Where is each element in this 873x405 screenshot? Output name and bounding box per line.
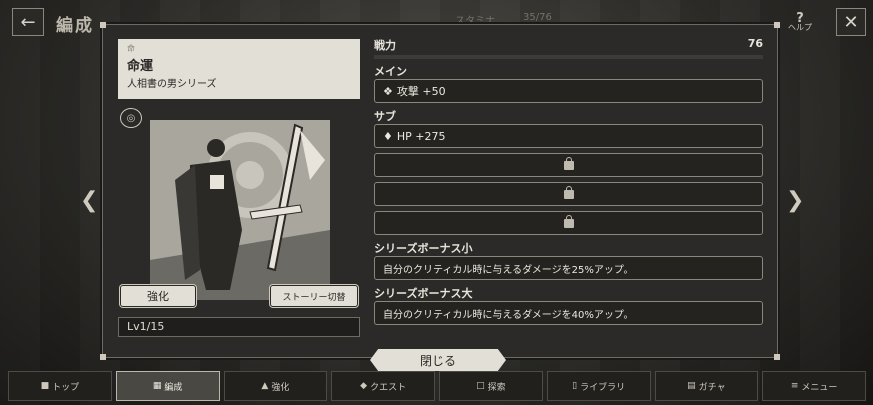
bonus-large-field: 自分のクリティカル時に与えるダメージを40%アップ。 [374, 301, 763, 325]
card-series: 人相書の男シリーズ [127, 79, 217, 90]
strengthen-icon: ▲ [261, 381, 269, 391]
nav-library[interactable]: ▯ ライブラリ [546, 371, 651, 401]
sub-stat-value: HP +275 [396, 129, 446, 143]
help-icon: ? [796, 11, 804, 26]
next-arrow-icon[interactable]: ❯ [786, 188, 804, 213]
main-stat-value: 攻撃 +50 [396, 85, 446, 98]
help-label: ヘルプ [788, 23, 812, 32]
divider [374, 55, 763, 59]
prev-arrow-icon[interactable]: ❮ [80, 188, 98, 213]
artwork-illustration [150, 120, 330, 300]
corner-ornament [100, 354, 106, 360]
bonus-large-label: シリーズボーナス大 [374, 287, 473, 300]
card-level: Lv1/15 [118, 317, 360, 337]
locked-sub-slot [374, 182, 763, 206]
power-value: 76 [747, 37, 763, 50]
attack-icon: ❖ [383, 84, 393, 98]
main-stat-field: ❖ 攻撃 +50 [374, 79, 763, 103]
bonus-small-label: シリーズボーナス小 [374, 242, 473, 255]
bonus-small-field: 自分のクリティカル時に与えるダメージを25%アップ。 [374, 256, 763, 280]
sub-stat-field: ♦ HP +275 [374, 124, 763, 148]
library-icon: ▯ [572, 381, 578, 391]
sub-label: サブ [374, 110, 396, 123]
card-artwork [150, 120, 330, 300]
strengthen-button[interactable]: 強化 [121, 286, 195, 306]
gacha-icon: ▤ [687, 381, 696, 391]
corner-ornament [774, 22, 780, 28]
close-button[interactable]: 閉じる [370, 349, 506, 371]
formation-icon: ▦ [152, 381, 162, 391]
locked-sub-slot [374, 153, 763, 177]
main-label: メイン [374, 65, 407, 78]
nav-quest[interactable]: ◆ クエスト [331, 371, 435, 401]
power-label: 戦力 [374, 39, 396, 52]
nav-strengthen[interactable]: ▲ 強化 [223, 371, 328, 401]
arrow-left-icon: ← [20, 11, 36, 33]
nav-gacha[interactable]: ▤ ガチャ [654, 371, 759, 401]
nav-menu[interactable]: ≡ メニュー [762, 371, 866, 401]
corner-ornament [100, 22, 106, 28]
help-button[interactable]: ? ヘルプ [788, 11, 812, 32]
page-title: 編成 [56, 16, 94, 36]
nav-explore[interactable]: □ 探索 [439, 371, 543, 401]
lock-icon [563, 185, 574, 199]
bottom-nav: ■ トップ ▦ 編成 ▲ 強化 ◆ クエスト □ 探索 ▯ ライブラリ ▤ ガチャ ≡ メニュー [8, 371, 866, 401]
corner-ornament [774, 354, 780, 360]
card-header: 命 命運 人相書の男シリーズ [118, 39, 360, 99]
hp-icon: ♦ [383, 129, 393, 143]
back-button[interactable]: ← [12, 8, 44, 36]
exit-button[interactable]: ✕ [836, 8, 866, 36]
explore-icon: □ [476, 381, 485, 391]
role-icon: ◎ [120, 108, 142, 128]
story-toggle-button[interactable]: ストーリー切替 [271, 286, 357, 306]
card-detail-modal: 命 命運 人相書の男シリーズ ◎ 強化 ストーリー切替 Lv1/15 戦力 76… [100, 22, 780, 360]
locked-sub-slot [374, 211, 763, 235]
quest-icon: ◆ [360, 381, 368, 391]
home-icon: ■ [40, 381, 50, 391]
card-rank-label: 命 [127, 44, 135, 53]
lock-icon [563, 214, 574, 228]
lock-icon [563, 156, 574, 170]
menu-icon: ≡ [790, 381, 799, 391]
card-name: 命運 [127, 59, 154, 74]
power-row: 戦力 76 [374, 37, 763, 53]
cross-icon: ✕ [843, 11, 859, 33]
nav-formation[interactable]: ▦ 編成 [115, 371, 220, 401]
nav-top[interactable]: ■ トップ [8, 371, 112, 401]
stats-panel: 戦力 76 メイン ❖ 攻撃 +50 サブ ♦ HP +275 シリーズボーナス… [374, 37, 763, 330]
